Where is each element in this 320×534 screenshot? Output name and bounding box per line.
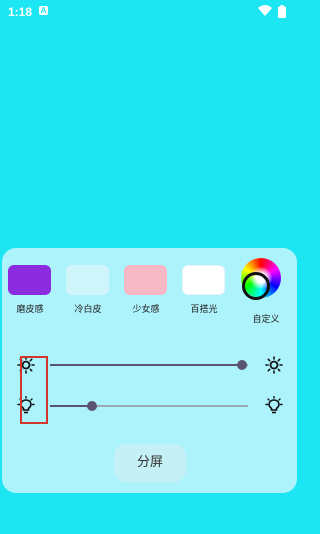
wifi-icon: [258, 5, 272, 16]
preset-swatch-3[interactable]: [124, 265, 167, 295]
brightness-high-icon: [265, 356, 283, 374]
annotation-highlight-box: [20, 356, 48, 424]
brightness-slider-thumb[interactable]: [237, 360, 248, 370]
preset-swatch-4[interactable]: [182, 265, 225, 295]
warmth-slider-thumb[interactable]: [86, 401, 97, 411]
preset-label-2: 冷白皮: [74, 305, 102, 315]
custom-color-label: 自定义: [252, 315, 280, 325]
preset-label-3: 少女感: [132, 305, 160, 315]
warmth-slider-track[interactable]: [50, 405, 248, 407]
split-screen-button[interactable]: 分屏: [114, 444, 186, 482]
status-time: 1:18: [8, 5, 33, 19]
brightness-slider-track[interactable]: [50, 364, 248, 366]
battery-icon: [278, 5, 286, 18]
bulb-high-icon: [265, 396, 283, 414]
preset-label-4: 百搭光: [190, 305, 218, 315]
preset-label-1: 磨皮感: [16, 305, 44, 315]
status-bar: 1:18 A: [0, 0, 299, 24]
light-control-panel: 磨皮感 冷白皮 少女感 百搭光 自定义 分屏: [2, 248, 297, 493]
notification-a-icon: A: [39, 6, 48, 15]
preset-swatch-2[interactable]: [66, 265, 109, 295]
brightness-slider-fill: [50, 364, 243, 366]
preset-swatch-1[interactable]: [8, 265, 51, 295]
warmth-slider-fill: [50, 405, 92, 407]
color-picker-ring[interactable]: [242, 272, 270, 300]
